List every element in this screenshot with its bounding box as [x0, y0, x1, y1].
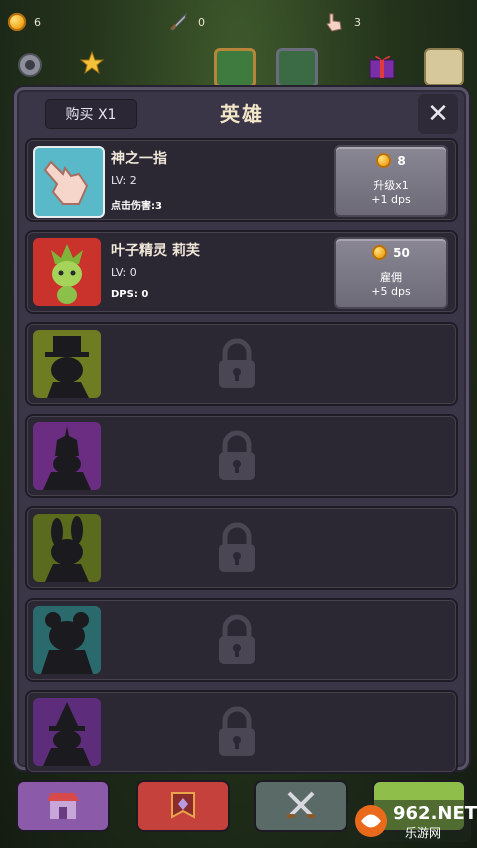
- buy-multiplier-button[interactable]: 购买 X1: [45, 99, 137, 129]
- shop-card-button[interactable]: [214, 48, 256, 88]
- locked-silhouette-wizard: [33, 698, 101, 766]
- lock-icon: [215, 522, 259, 574]
- locked-hero-card: [25, 414, 458, 498]
- gold-coin-icon: [376, 153, 392, 168]
- crossed-swords-icon: [287, 791, 315, 818]
- lock-icon: [215, 338, 259, 390]
- upgrade-button[interactable]: 8 升级x1 +1 dps: [334, 145, 448, 217]
- hero-stat: DPS: 0: [111, 289, 149, 300]
- page-title: 英雄: [220, 102, 264, 126]
- watermark-sub: 乐游网: [405, 826, 442, 840]
- battle-button[interactable]: [254, 780, 348, 832]
- watermark-brand: 962.NET: [393, 803, 477, 824]
- close-button[interactable]: ✕: [418, 94, 458, 134]
- sword-counter: 0: [166, 10, 205, 34]
- hero-name: 神之一指: [111, 151, 167, 167]
- gold-coin-icon: [372, 245, 388, 260]
- lock-icon: [215, 430, 259, 482]
- action-label: 雇佣: [380, 271, 402, 284]
- locked-hero-card: [25, 598, 458, 682]
- hero-panel: 购买 X1 英雄 ✕ 神之一指 LV: 2 点击伤害:3 8 升级x1 +1 d…: [14, 87, 469, 774]
- hero-name: 叶子精灵 莉芙: [111, 243, 200, 259]
- hire-button[interactable]: 50 雇佣 +5 dps: [334, 237, 448, 309]
- hero-card: 神之一指 LV: 2 点击伤害:3 8 升级x1 +1 dps: [25, 138, 458, 222]
- top-hud: 6 0 3: [0, 0, 477, 46]
- dps-gain: +1 dps: [371, 193, 411, 206]
- tap-counter: 3: [322, 10, 361, 34]
- locked-hero-card: [25, 506, 458, 590]
- action-label: 升级x1: [373, 179, 409, 192]
- gold-amount: 6: [34, 15, 41, 29]
- watermark: 962.NET 乐游网: [347, 800, 477, 842]
- gold-counter: 6: [8, 10, 41, 34]
- hero-card: 叶子精灵 莉芙 LV: 0 DPS: 0 50 雇佣 +5 dps: [25, 230, 458, 314]
- tap-finger-icon: [322, 10, 346, 34]
- hero-list: 神之一指 LV: 2 点击伤害:3 8 升级x1 +1 dps 叶子精灵 莉芙 …: [25, 138, 458, 782]
- shop-stall-icon: [47, 793, 79, 819]
- panel-header: 购买 X1 英雄 ✕: [17, 90, 466, 138]
- shop-button[interactable]: [16, 780, 110, 832]
- cost-row: 50: [336, 245, 446, 260]
- locked-silhouette-top-hat: [33, 330, 101, 398]
- tap-amount: 3: [354, 15, 361, 29]
- tap-finger-icon: [33, 146, 105, 218]
- cost-row: 8: [336, 153, 446, 168]
- banner-icon: [171, 792, 195, 819]
- sword-icon: [166, 10, 190, 34]
- treasure-map-icon[interactable]: [424, 48, 464, 86]
- hero-level: LV: 0: [111, 266, 137, 279]
- sword-amount: 0: [198, 15, 205, 29]
- dps-gain: +5 dps: [371, 285, 411, 298]
- lock-icon: [215, 614, 259, 666]
- bottom-nav: 962.NET 乐游网: [0, 772, 477, 848]
- settings-gear-icon[interactable]: [12, 48, 48, 82]
- locked-silhouette-bear: [33, 606, 101, 674]
- leaf-sprite-portrait: [33, 238, 101, 306]
- locked-silhouette-knight: [33, 422, 101, 490]
- map-card-button[interactable]: [276, 48, 318, 88]
- guild-banner-button[interactable]: [136, 780, 230, 832]
- hero-stat: 点击伤害:3: [111, 201, 162, 212]
- gift-box-icon[interactable]: [364, 48, 400, 82]
- lock-icon: [215, 706, 259, 758]
- hero-level: LV: 2: [111, 174, 137, 187]
- locked-silhouette-bunny: [33, 514, 101, 582]
- locked-hero-card: [25, 690, 458, 774]
- top-button-row: [0, 46, 477, 88]
- watermark-logo-icon: [355, 805, 387, 837]
- cost-value: 50: [393, 245, 410, 260]
- achievement-star-icon[interactable]: [74, 48, 110, 82]
- cost-value: 8: [397, 153, 406, 168]
- gold-coin-icon: [8, 13, 26, 31]
- locked-hero-card: [25, 322, 458, 406]
